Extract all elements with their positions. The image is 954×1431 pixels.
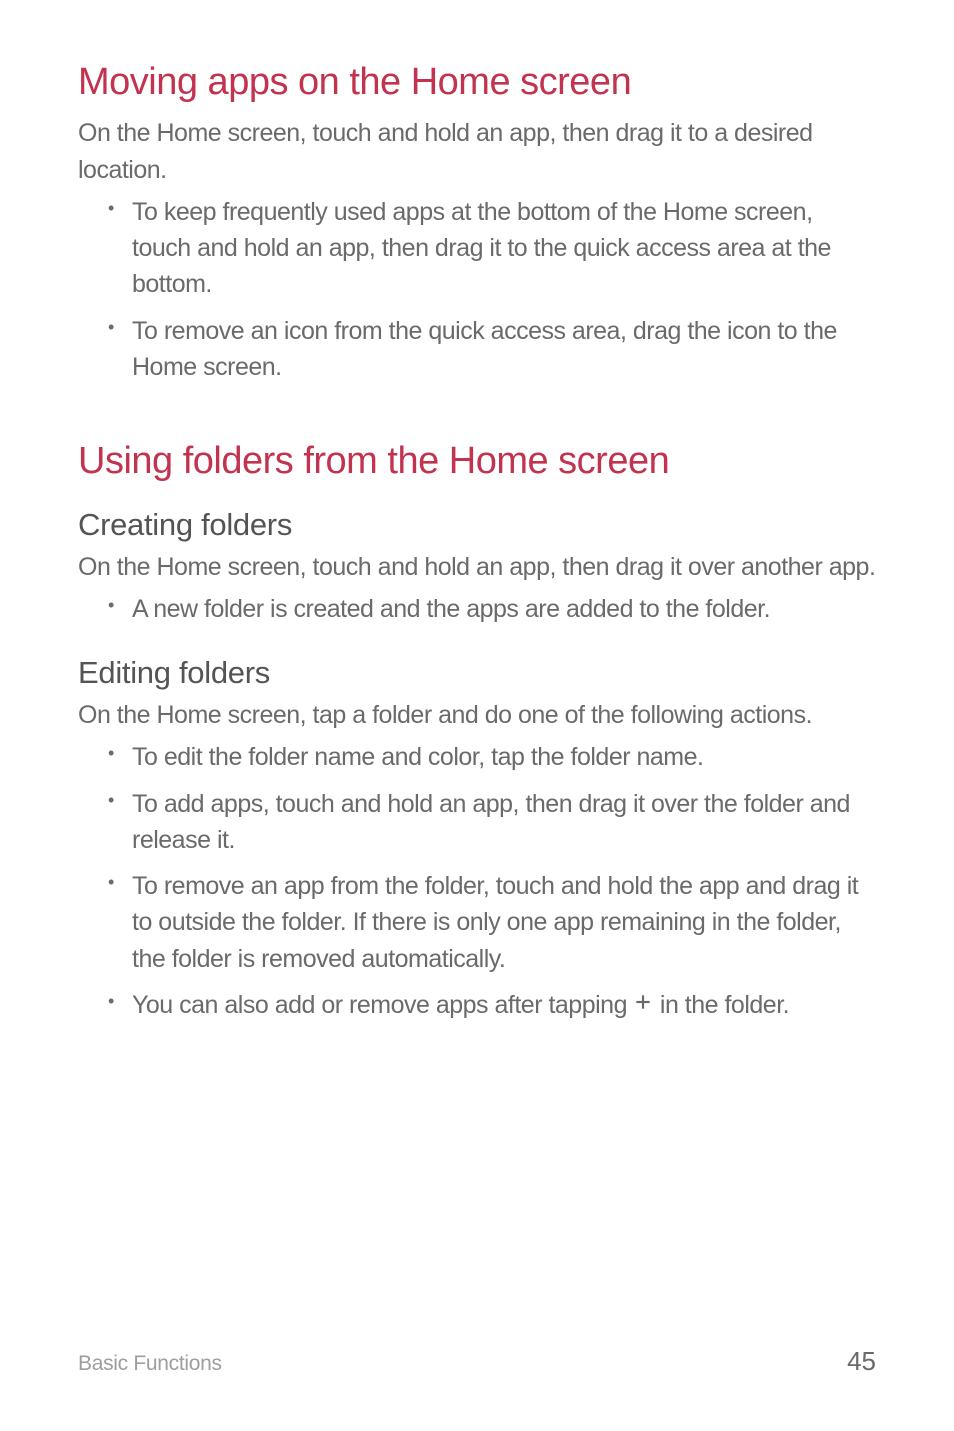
list-item: To keep frequently used apps at the bott… [78,194,876,303]
page-footer: Basic Functions 45 [78,1346,876,1377]
list-item: You can also add or remove apps after ta… [78,987,876,1025]
list-editing-folders: To edit the folder name and color, tap t… [78,739,876,1024]
footer-section-name: Basic Functions [78,1352,222,1376]
heading-using-folders: Using folders from the Home screen [78,437,876,486]
list-item: To remove an app from the folder, touch … [78,868,876,977]
list-creating-folders: A new folder is created and the apps are… [78,591,876,627]
intro-creating-folders: On the Home screen, touch and hold an ap… [78,549,876,585]
list-item: To remove an icon from the quick access … [78,313,876,386]
list-item: To add apps, touch and hold an app, then… [78,786,876,859]
list-item-text-post: in the folder. [653,991,789,1019]
intro-moving-apps: On the Home screen, touch and hold an ap… [78,115,876,188]
plus-icon [633,986,653,1022]
list-moving-apps: To keep frequently used apps at the bott… [78,194,876,385]
heading-editing-folders: Editing folders [78,655,876,691]
footer-page-number: 45 [847,1346,876,1377]
heading-moving-apps: Moving apps on the Home screen [78,58,876,107]
heading-creating-folders: Creating folders [78,507,876,543]
list-item: To edit the folder name and color, tap t… [78,739,876,775]
list-item-text-pre: You can also add or remove apps after ta… [132,991,633,1019]
intro-editing-folders: On the Home screen, tap a folder and do … [78,697,876,733]
list-item: A new folder is created and the apps are… [78,591,876,627]
